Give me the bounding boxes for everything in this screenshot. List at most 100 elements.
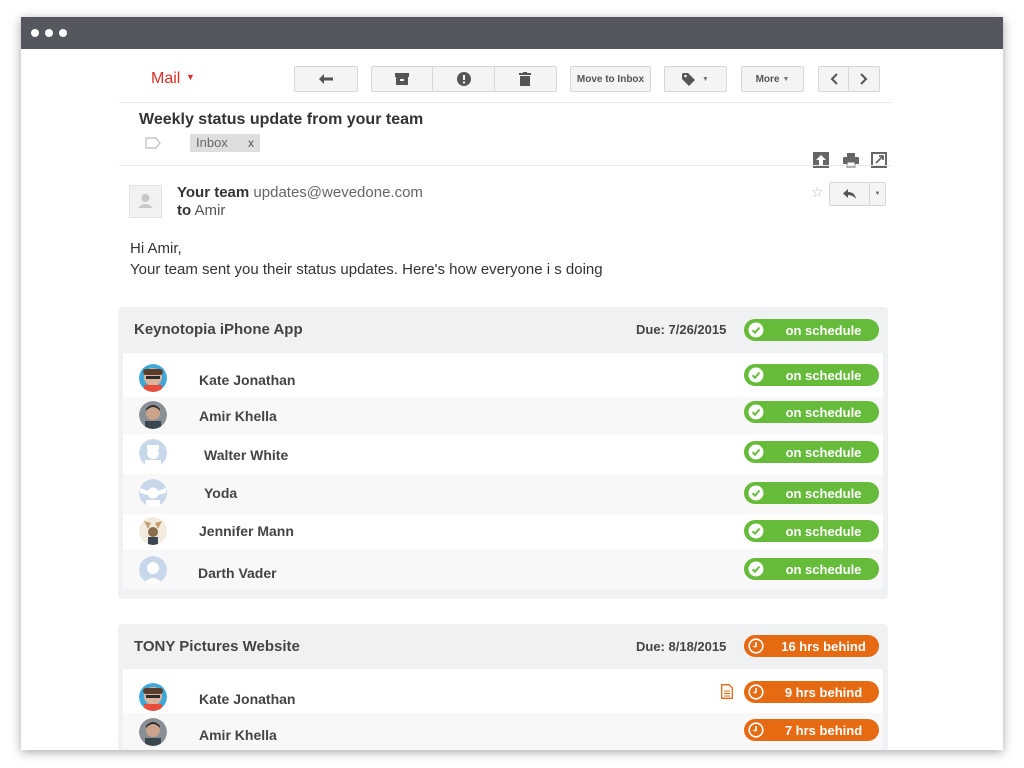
member-name: Kate Jonathan — [199, 691, 296, 707]
browser-window: Mail ▼ Move to Inbox ▼ More ▼ Weekly sta… — [21, 17, 1003, 750]
window-dot-close[interactable] — [31, 29, 39, 37]
email-subject: Weekly status update from your team — [139, 111, 424, 128]
avatar-jennifer-mann — [139, 517, 167, 545]
reply-button[interactable] — [830, 183, 870, 205]
member-name: Amir Khella — [199, 727, 277, 743]
member-name: Amir Khella — [199, 408, 277, 424]
more-button-label: More — [755, 73, 780, 85]
member-row: Amir Khella 7 hrs behind — [123, 713, 883, 750]
avatar-kate-jonathan — [139, 364, 167, 392]
window-dot-minimize[interactable] — [45, 29, 53, 37]
member-status-pill: on schedule — [744, 364, 879, 386]
chevron-right-icon — [860, 73, 868, 85]
window-dot-maximize[interactable] — [59, 29, 67, 37]
member-row: Yoda on schedule — [123, 474, 883, 514]
project-title: TONY Pictures Website — [134, 638, 300, 655]
more-caret-icon: ▼ — [782, 75, 790, 83]
member-status-text: on schedule — [785, 367, 862, 383]
member-row: Amir Khella on schedule — [123, 397, 883, 434]
check-circle-icon — [748, 523, 764, 539]
inbox-label-chip: Inbox x — [190, 134, 260, 152]
older-button[interactable] — [849, 67, 879, 91]
project-status-pill: 16 hrs behind — [744, 635, 879, 657]
check-circle-icon — [748, 561, 764, 577]
avatar-photo-icon — [139, 556, 167, 584]
project-card-keynotopia: Keynotopia iPhone App Due: 7/26/2015 on … — [118, 307, 888, 599]
member-row: Darth Vader on schedule — [123, 550, 883, 589]
note-document-icon[interactable] — [721, 684, 733, 699]
archive-icon — [395, 73, 410, 85]
sender-line: Your team updates@wevedone.com — [177, 184, 423, 201]
newer-button[interactable] — [819, 67, 850, 91]
mail-menu-label[interactable]: Mail — [151, 70, 180, 88]
avatar-photo-icon — [139, 683, 167, 711]
member-status-pill: on schedule — [744, 520, 879, 542]
member-status-pill: on schedule — [744, 482, 879, 504]
delete-button[interactable] — [495, 67, 556, 91]
tag-icon — [682, 73, 696, 86]
member-row: Kate Jonathan on schedule — [123, 353, 883, 397]
check-circle-icon — [748, 322, 764, 338]
labels-button[interactable]: ▼ — [664, 66, 727, 92]
remove-label-button[interactable]: x — [248, 134, 254, 152]
more-button[interactable]: More ▼ — [741, 66, 804, 92]
to-prefix: to — [177, 202, 192, 219]
avatar-kate-jonathan — [139, 683, 167, 711]
project-status-text: on schedule — [785, 322, 862, 338]
reply-group: ▼ — [829, 182, 886, 206]
member-status-text: on schedule — [785, 561, 862, 577]
avatar-photo-icon — [139, 401, 167, 429]
pager-group — [818, 66, 880, 92]
reply-arrow-icon — [319, 74, 333, 84]
reply-caret-icon: ▼ — [874, 191, 881, 197]
recipient-line: to Amir — [177, 202, 225, 219]
trash-icon — [519, 72, 532, 86]
avatar-photo-icon — [139, 364, 167, 392]
member-status-text: on schedule — [785, 523, 862, 539]
member-status-text: on schedule — [785, 404, 862, 420]
archive-button[interactable] — [372, 67, 434, 91]
project-title: Keynotopia iPhone App — [134, 321, 303, 338]
member-row: Walter White on schedule — [123, 434, 883, 474]
member-name: Jennifer Mann — [199, 523, 294, 539]
project-due-date: Due: 8/18/2015 — [636, 639, 727, 654]
project-card-tony-pictures: TONY Pictures Website Due: 8/18/2015 16 … — [118, 624, 888, 750]
mail-content: Mail ▼ Move to Inbox ▼ More ▼ Weekly sta… — [21, 49, 1003, 750]
member-list: Kate Jonathan on schedule Amir Khella on… — [123, 353, 883, 589]
project-status-text: 16 hrs behind — [781, 638, 866, 654]
reply-toolbar-button[interactable] — [294, 66, 358, 92]
member-status-text: 9 hrs behind — [784, 684, 863, 700]
project-status-pill: on schedule — [744, 319, 879, 341]
star-icon[interactable]: ☆ — [811, 184, 824, 201]
label-outline-icon[interactable] — [145, 137, 161, 149]
member-list: Kate Jonathan 9 hrs behind Amir Khella 7… — [123, 669, 883, 750]
toolbar-divider — [119, 102, 891, 103]
subject-divider — [119, 165, 891, 166]
reply-icon — [843, 189, 856, 199]
spam-icon — [456, 72, 471, 86]
mail-caret-icon[interactable]: ▼ — [186, 72, 195, 82]
intro-line: Your team sent you their status updates.… — [130, 261, 603, 278]
archive-spam-delete-group — [371, 66, 557, 92]
avatar-photo-icon — [139, 517, 167, 545]
avatar-darth-vader — [139, 556, 167, 584]
greeting-line: Hi Amir, — [130, 240, 182, 257]
reply-options-button[interactable]: ▼ — [870, 183, 885, 205]
person-placeholder-icon — [138, 194, 153, 208]
recipient-name: Amir — [194, 202, 226, 219]
member-row: Kate Jonathan 9 hrs behind — [123, 669, 883, 713]
report-spam-button[interactable] — [433, 67, 495, 91]
member-status-pill: on schedule — [744, 441, 879, 463]
inbox-label-text: Inbox — [196, 135, 228, 150]
member-status-pill: on schedule — [744, 401, 879, 423]
avatar-photo-icon — [139, 718, 167, 746]
chevron-left-icon — [830, 73, 838, 85]
check-circle-icon — [748, 485, 764, 501]
member-status-text: on schedule — [785, 444, 862, 460]
avatar-photo-icon — [139, 439, 167, 467]
move-to-inbox-button[interactable]: Move to Inbox — [570, 66, 651, 92]
clock-icon — [748, 684, 764, 700]
window-titlebar — [21, 17, 1003, 49]
check-circle-icon — [748, 404, 764, 420]
avatar-walter-white — [139, 439, 167, 467]
